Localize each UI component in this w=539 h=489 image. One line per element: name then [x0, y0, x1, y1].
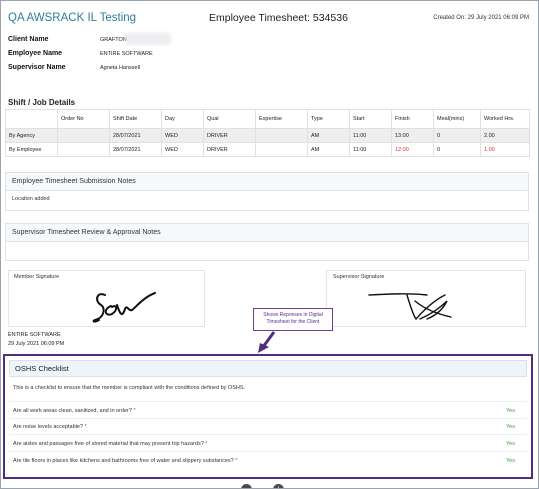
column-header: Type: [307, 109, 350, 129]
table-cell: 12:00: [391, 142, 434, 157]
employee-name-label: Employee Name: [8, 50, 63, 57]
submission-notes-body: Location added: [12, 196, 50, 202]
member-signature-name: ENTIRE SOFTWARE: [8, 332, 61, 338]
table-cell: 1.00: [480, 142, 530, 157]
checklist-answer: Yes: [506, 458, 515, 464]
supervisor-name-label: Supervisor Name: [8, 64, 66, 71]
member-signature-image: [92, 292, 156, 323]
shift-details-table: Order No Shift Date Day Qual Expertise T…: [5, 109, 530, 157]
table-cell: [57, 128, 110, 143]
zoom-in-button[interactable]: +: [273, 484, 284, 488]
divider: [9, 434, 527, 435]
annotation-callout: Shows Reponses in Digital Timesheet for …: [253, 308, 333, 331]
table-cell: 0: [433, 128, 481, 143]
column-header: [5, 109, 58, 129]
table-cell: By Employee: [5, 142, 58, 157]
oshs-checklist-title: OSHS Checklist: [9, 360, 527, 377]
checklist-answer: Yes: [506, 441, 515, 447]
table-cell: 11:00: [349, 142, 392, 157]
checklist-question: Are noise levels acceptable? *: [13, 424, 87, 430]
zoom-out-button[interactable]: −: [241, 484, 252, 488]
table-cell: AM: [307, 142, 350, 157]
table-cell: WED: [161, 128, 204, 143]
submission-notes-panel: Employee Timesheet Submission Notes Loca…: [5, 172, 529, 211]
timesheet-document: QA AWSRACK IL Testing Employee Timesheet…: [0, 0, 539, 489]
supervisor-signature-label: Supervisor Signature: [332, 274, 386, 280]
column-header: Finish: [391, 109, 434, 129]
table-row: By Agency 28/07/2021 WED DRIVER AM 11:00…: [5, 128, 530, 143]
divider: [9, 401, 527, 402]
column-header: Worked Hrs.: [480, 109, 530, 129]
document-header: QA AWSRACK IL Testing Employee Timesheet…: [2, 9, 537, 29]
table-cell: 13:00: [391, 128, 434, 143]
member-signature-date: 29 July 2021 06:09 PM: [8, 341, 65, 347]
app-title: QA AWSRACK IL Testing: [8, 12, 137, 24]
table-cell: 28/07/2021: [109, 128, 162, 143]
member-signature-label: Member Signature: [13, 274, 61, 280]
client-name-label: Client Name: [8, 36, 49, 43]
supervisor-signature-image: [368, 293, 452, 321]
oshs-checklist-panel: OSHS Checklist This is a checklist to en…: [3, 354, 533, 479]
supervisor-notes-panel: Supervisor Timesheet Review & Approval N…: [5, 223, 529, 261]
table-cell: 11:00: [349, 128, 392, 143]
table-cell: DRIVER: [203, 128, 256, 143]
supervisor-notes-title: Supervisor Timesheet Review & Approval N…: [6, 224, 528, 242]
table-cell: 28/07/2021: [109, 142, 162, 157]
column-header: Qual: [203, 109, 256, 129]
column-header: Meal(mins): [433, 109, 481, 129]
checklist-question: Are aisles and passages free of stored m…: [13, 441, 208, 447]
table-cell: DRIVER: [203, 142, 256, 157]
column-header: Expertise: [255, 109, 308, 129]
submission-notes-title: Employee Timesheet Submission Notes: [6, 173, 528, 191]
callout-line-1: Shows Reponses in Digital: [263, 312, 323, 318]
shift-details-title: Shift / Job Details: [8, 98, 76, 107]
document-title: Employee Timesheet: 534536: [209, 12, 348, 24]
supervisor-name-value: Agneta Hanssell: [100, 65, 141, 71]
oshs-checklist-description: This is a checklist to ensure that the m…: [13, 385, 246, 391]
client-name-value: GRAFTON: [100, 37, 127, 43]
divider: [9, 418, 527, 419]
employee-name-value: ENTIRE SOFTWARE: [100, 51, 153, 57]
table-row: By Employee 28/07/2021 WED DRIVER AM 11:…: [5, 142, 530, 157]
checklist-question: Are tile floors in places like kitchens …: [13, 458, 238, 464]
checklist-answer: Yes: [506, 408, 515, 414]
table-cell: [57, 142, 110, 157]
callout-line-2: Timesheet for the Client: [266, 318, 320, 325]
table-cell: 2.00: [480, 128, 530, 143]
table-cell: [255, 142, 308, 157]
table-cell: AM: [307, 128, 350, 143]
column-header: Day: [161, 109, 204, 129]
checklist-answer: Yes: [506, 424, 515, 430]
table-cell: By Agency: [5, 128, 58, 143]
created-on-timestamp: Created On: 29 July 2021 06:09 PM: [433, 15, 529, 21]
redaction-blur: [126, 33, 171, 45]
table-cell: [255, 128, 308, 143]
column-header: Shift Date: [109, 109, 162, 129]
column-header: Start: [349, 109, 392, 129]
table-header-row: Order No Shift Date Day Qual Expertise T…: [5, 109, 530, 129]
column-header: Order No: [57, 109, 110, 129]
table-cell: 0: [433, 142, 481, 157]
table-cell: WED: [161, 142, 204, 157]
callout-arrow-icon: [258, 331, 276, 353]
checklist-question: Are all work areas clean, sanitized, and…: [13, 408, 136, 414]
divider: [9, 451, 527, 452]
